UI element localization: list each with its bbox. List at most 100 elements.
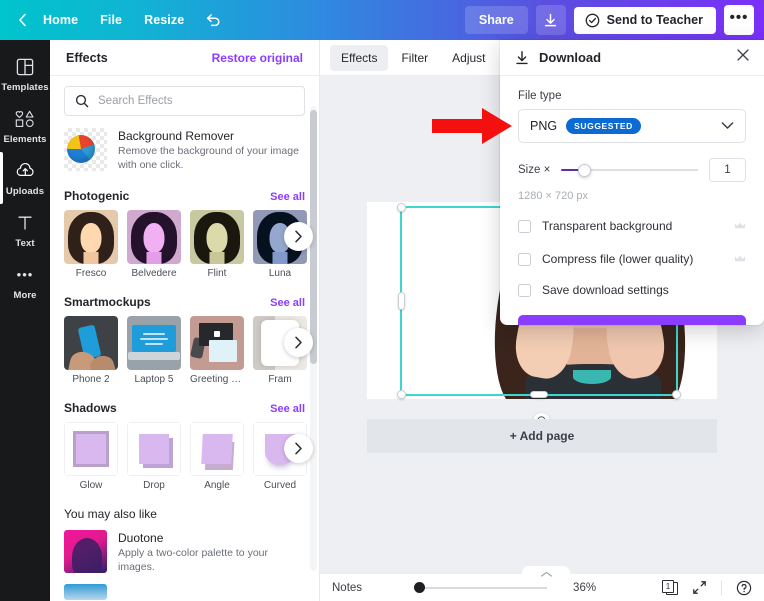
sidebar-item-label: Templates (1, 82, 48, 93)
search-placeholder: Search Effects (98, 95, 173, 107)
sidebar-item-text[interactable]: Text (0, 204, 50, 256)
size-row: Size × 1 (518, 158, 746, 182)
option-label: Save download settings (542, 283, 669, 297)
add-page-button[interactable]: + Add page (367, 419, 717, 453)
mockup-tile-phone-2[interactable]: Phone 2 (64, 316, 118, 385)
menu-item-resize[interactable]: Resize (133, 6, 195, 34)
sidebar-item-uploads[interactable]: Uploads (0, 152, 50, 204)
mockup-tile-laptop-5[interactable]: Laptop 5 (127, 316, 181, 385)
page-count-label: 1 (662, 580, 674, 593)
effect-tile-label: Fresco (64, 268, 118, 279)
duotone-title: Duotone (118, 531, 305, 545)
effect-tile-label: Flint (190, 268, 244, 279)
effects-panel-header: Effects Restore original (50, 40, 319, 76)
sidebar-item-templates[interactable]: Templates (0, 48, 50, 100)
status-badge: SUGGESTED (566, 118, 641, 134)
search-input[interactable]: Search Effects (64, 86, 305, 116)
effect-tile-belvedere[interactable]: Belvedere (127, 210, 181, 279)
duotone-card[interactable]: Duotone Apply a two-color palette to you… (64, 530, 305, 575)
download-panel-title: Download (539, 50, 601, 65)
mockup-tile-greeting-card[interactable]: Greeting car... (190, 316, 244, 385)
chevron-right-icon[interactable] (284, 328, 313, 357)
section-header-shadows: Shadows See all (64, 401, 305, 415)
page-title: Effects (66, 51, 108, 65)
share-button[interactable]: Share (465, 6, 528, 34)
notes-button[interactable]: Notes (332, 582, 362, 594)
top-bar-left-group: Home File Resize (0, 6, 232, 34)
notes-drawer-handle[interactable] (522, 566, 570, 578)
sidebar-item-elements[interactable]: Elements (0, 100, 50, 152)
menu-item-home[interactable]: Home (32, 6, 89, 34)
see-all-smartmockups[interactable]: See all (270, 297, 305, 309)
chevron-down-icon[interactable] (721, 117, 734, 135)
undo-icon[interactable] (195, 9, 232, 31)
pages-icon[interactable]: 1 (662, 580, 678, 596)
shadow-tile-glow[interactable]: Glow (64, 422, 118, 491)
next-card-preview[interactable] (64, 584, 107, 600)
section-title: Photogenic (64, 189, 129, 203)
size-slider[interactable] (561, 163, 698, 177)
option-save-download-settings[interactable]: Save download settings (518, 283, 746, 297)
send-to-teacher-button[interactable]: Send to Teacher (574, 7, 716, 34)
effect-tile-label: Belvedere (127, 268, 181, 279)
option-compress-file[interactable]: Compress file (lower quality) (518, 250, 746, 268)
zoom-slider[interactable] (414, 582, 547, 593)
shadow-tile-angle[interactable]: Angle (190, 422, 244, 491)
checkbox[interactable] (518, 284, 531, 297)
expand-icon[interactable] (692, 580, 707, 595)
tab-adjust[interactable]: Adjust (441, 45, 496, 71)
checkbox[interactable] (518, 253, 531, 266)
mockup-tile-label: Laptop 5 (127, 374, 181, 385)
shadow-tile-label: Glow (64, 480, 118, 491)
checkbox[interactable] (518, 220, 531, 233)
section-title: You may also like (64, 507, 157, 521)
download-icon-button[interactable] (536, 5, 566, 35)
size-slider-knob[interactable] (578, 164, 591, 177)
tab-filter[interactable]: Filter (390, 45, 439, 71)
more-horizontal-icon[interactable]: ••• (724, 5, 754, 35)
download-button[interactable]: Download (518, 315, 746, 325)
zoom-slider-knob[interactable] (414, 582, 425, 593)
chevron-right-icon[interactable] (284, 434, 313, 463)
effects-panel: Effects Restore original Search Effects … (50, 40, 320, 601)
restore-original-button[interactable]: Restore original (212, 51, 303, 65)
effect-tile-flint[interactable]: Flint (190, 210, 244, 279)
zoom-slider-track[interactable] (425, 587, 547, 589)
option-transparent-background[interactable]: Transparent background (518, 217, 746, 235)
zoom-level-label[interactable]: 36% (573, 582, 596, 594)
mockup-tile-label: Greeting car... (190, 374, 244, 385)
smartmockups-row: Phone 2 Laptop 5 Greeting car... Fram (64, 316, 305, 385)
resolution-label: 1280 × 720 px (518, 190, 746, 202)
shadow-tile-label: Drop (127, 480, 181, 491)
crown-icon (734, 217, 746, 235)
search-icon (75, 94, 89, 108)
see-all-photogenic[interactable]: See all (270, 191, 305, 203)
section-header-photogenic: Photogenic See all (64, 189, 305, 203)
shadow-tile-drop[interactable]: Drop (127, 422, 181, 491)
help-circle-icon[interactable] (736, 580, 752, 596)
tab-effects[interactable]: Effects (330, 45, 388, 71)
top-bar: Home File Resize Share (0, 0, 764, 40)
sidebar-item-label: Text (15, 238, 34, 249)
sidebar-item-more[interactable]: ••• More (0, 256, 50, 308)
chevron-left-icon[interactable] (12, 10, 32, 30)
section-title: Smartmockups (64, 295, 151, 309)
menu-item-file[interactable]: File (89, 6, 133, 34)
see-all-shadows[interactable]: See all (270, 403, 305, 415)
effects-panel-body: Search Effects Background Remover Remove… (50, 76, 319, 601)
effect-tile-fresco[interactable]: Fresco (64, 210, 118, 279)
beach-ball-icon (64, 128, 107, 171)
download-panel-body: File type PNG SUGGESTED Size × 1 1280 × … (500, 76, 764, 325)
download-icon (514, 50, 530, 66)
section-header-smartmockups: Smartmockups See all (64, 295, 305, 309)
background-remover-card[interactable]: Background Remover Remove the background… (64, 128, 305, 173)
file-type-select[interactable]: PNG SUGGESTED (518, 109, 746, 143)
size-value-input[interactable]: 1 (709, 158, 746, 182)
sidebar-item-label: Uploads (6, 186, 44, 197)
chevron-right-icon[interactable] (284, 222, 313, 251)
bottom-bar-right-group: 1 (662, 580, 752, 596)
background-remover-title: Background Remover (118, 129, 305, 143)
templates-icon (16, 56, 34, 78)
close-icon[interactable] (736, 48, 750, 67)
file-type-value: PNG (530, 119, 557, 133)
